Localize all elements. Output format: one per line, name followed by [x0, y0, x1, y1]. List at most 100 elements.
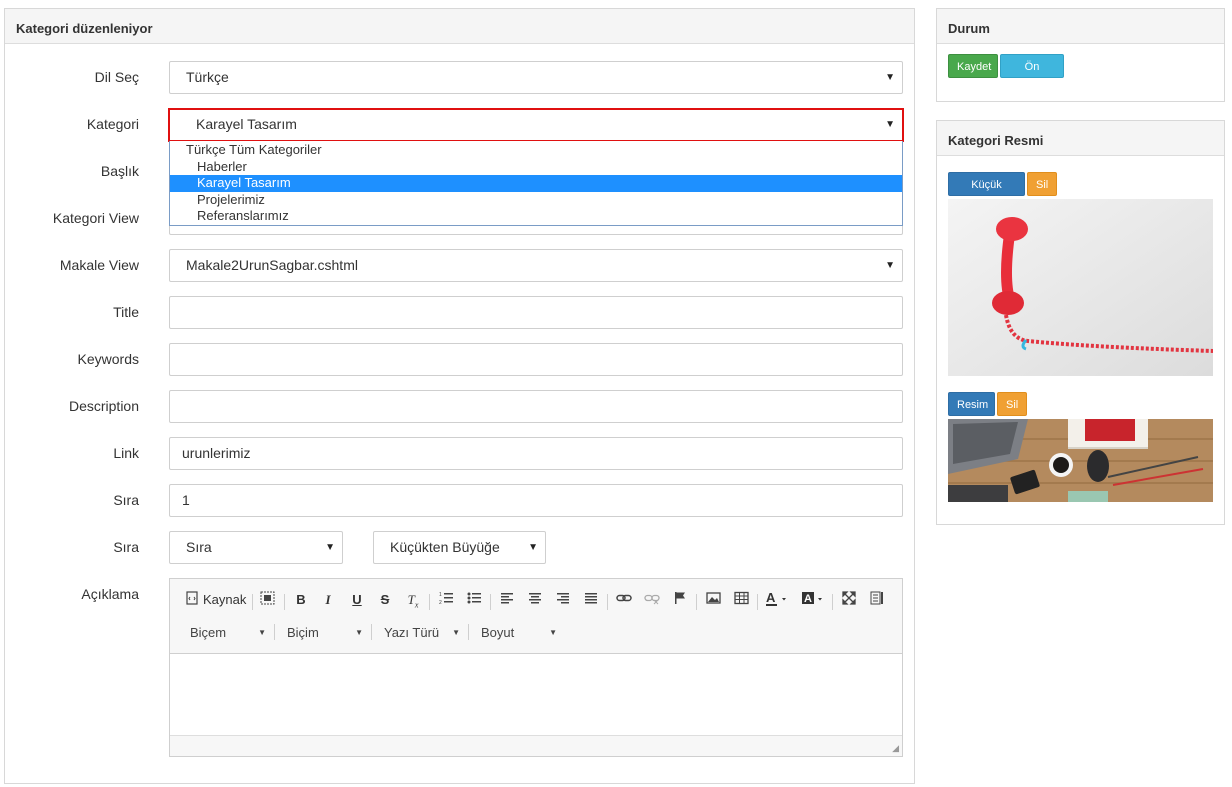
rich-text-editor: Kaynak B I U S Tx 12 A A Biçem ▼ Biçim ▼…	[169, 578, 903, 757]
image-icon[interactable]	[704, 591, 722, 609]
chevron-down-icon: ▼	[549, 628, 557, 637]
dropdown-arrow-icon: ▼	[885, 72, 895, 83]
align-right-icon[interactable]	[554, 591, 572, 609]
text-color-icon[interactable]: A	[765, 590, 791, 609]
order-input-value: 1	[182, 492, 190, 508]
delete-image-button[interactable]: Sil	[997, 392, 1027, 416]
toolbar-separator	[274, 624, 275, 640]
strikethrough-icon[interactable]: S	[376, 591, 394, 609]
dropdown-arrow-icon: ▼	[885, 260, 895, 271]
show-blocks-icon[interactable]	[868, 591, 886, 609]
language-select-value: Türkçe	[186, 69, 229, 85]
explanation-label: Açıklama	[81, 586, 139, 602]
link-icon[interactable]	[615, 591, 633, 609]
toolbar-separator	[252, 594, 253, 610]
svg-text:A: A	[804, 593, 812, 605]
dropdown-option[interactable]: Referanslarımız	[170, 208, 902, 225]
size-combo[interactable]: Boyut ▼	[477, 623, 561, 643]
image-panel-title: Kategori Resmi	[937, 121, 1224, 156]
editor-content-area[interactable]	[170, 653, 902, 736]
panel-title: Kategori düzenleniyor	[5, 9, 914, 44]
save-button[interactable]: Kaydet	[948, 54, 998, 78]
remove-format-icon[interactable]: Tx	[404, 591, 422, 610]
dropdown-arrow-icon: ▼	[528, 542, 538, 553]
font-combo[interactable]: Yazı Türü ▼	[380, 623, 464, 643]
meta-title-input[interactable]	[169, 296, 903, 329]
source-button-label[interactable]: Kaynak	[203, 591, 246, 609]
bulleted-list-icon[interactable]	[465, 591, 483, 609]
delete-small-image-button[interactable]: Sil	[1027, 172, 1057, 196]
description-label: Description	[68, 398, 139, 414]
toolbar-separator	[607, 594, 608, 610]
dropdown-option[interactable]: Projelerimiz	[170, 192, 902, 209]
link-label: Link	[113, 445, 139, 461]
sort-field-select[interactable]: Sıra ▼	[169, 531, 343, 564]
article-view-value: Makale2UrunSagbar.cshtml	[186, 257, 358, 273]
table-icon[interactable]	[732, 591, 750, 609]
article-view-select[interactable]: Makale2UrunSagbar.cshtml ▼	[169, 249, 903, 282]
svg-text:A: A	[766, 591, 776, 605]
svg-text:1: 1	[439, 592, 442, 598]
keywords-input[interactable]	[169, 343, 903, 376]
dropdown-option-selected[interactable]: Karayel Tasarım	[170, 175, 902, 192]
small-image-button[interactable]: Küçük Resim	[948, 172, 1025, 215]
align-left-icon[interactable]	[498, 591, 516, 609]
sort-label: Sıra	[113, 539, 139, 555]
anchor-flag-icon[interactable]	[671, 591, 689, 609]
bold-icon[interactable]: B	[292, 591, 310, 609]
meta-title-label: Title	[113, 304, 139, 320]
numbered-list-icon[interactable]: 12	[437, 591, 455, 609]
order-input[interactable]: 1	[169, 484, 903, 517]
preview-button[interactable]: Ön İzleme	[1000, 54, 1064, 97]
category-view-label: Kategori View	[52, 210, 139, 226]
status-panel-title: Durum	[937, 9, 1224, 44]
language-select[interactable]: Türkçe ▼	[169, 61, 903, 94]
link-input-value: urunlerimiz	[182, 445, 251, 461]
language-label: Dil Seç	[94, 69, 139, 85]
dropdown-option-group: Türkçe Tüm Kategoriler	[186, 142, 322, 157]
style-combo-label: Biçem	[190, 625, 227, 640]
font-combo-label: Yazı Türü	[384, 625, 440, 640]
dropdown-arrow-icon: ▼	[885, 119, 895, 130]
toolbar-separator	[832, 594, 833, 610]
toolbar-separator	[468, 624, 469, 640]
sort-field-value: Sıra	[186, 539, 212, 555]
format-combo[interactable]: Biçim ▼	[283, 623, 367, 643]
image-button[interactable]: Resim	[948, 392, 995, 416]
category-select[interactable]: Karayel Tasarım ▼	[168, 108, 904, 142]
dropdown-arrow-icon: ▼	[325, 542, 335, 553]
underline-icon[interactable]: U	[348, 591, 366, 609]
keywords-label: Keywords	[77, 351, 139, 367]
title-tr-label: Başlık	[100, 163, 139, 179]
category-select-value: Karayel Tasarım	[196, 116, 297, 132]
svg-text:2: 2	[439, 600, 442, 605]
style-combo[interactable]: Biçem ▼	[186, 623, 270, 643]
chevron-down-icon: ▼	[452, 628, 460, 637]
small-image-preview	[948, 199, 1213, 376]
image-preview	[948, 419, 1213, 502]
description-input[interactable]	[169, 390, 903, 423]
align-center-icon[interactable]	[526, 591, 544, 609]
article-view-label: Makale View	[59, 257, 139, 273]
justify-icon[interactable]	[582, 591, 600, 609]
source-icon[interactable]	[183, 591, 201, 609]
background-color-icon[interactable]: A	[801, 591, 827, 609]
editor-toolbar-row2: Biçem ▼ Biçim ▼ Yazı Türü ▼ Boyut ▼	[170, 617, 902, 647]
order-label: Sıra	[113, 492, 139, 508]
toolbar-separator	[429, 594, 430, 610]
resize-handle-icon[interactable]: ◢	[892, 743, 899, 754]
select-all-icon[interactable]	[258, 591, 276, 609]
format-combo-label: Biçim	[287, 625, 319, 640]
dropdown-option[interactable]: Haberler	[170, 159, 902, 176]
toolbar-separator	[284, 594, 285, 610]
chevron-down-icon: ▼	[258, 628, 266, 637]
chevron-down-icon: ▼	[355, 628, 363, 637]
sort-order-select[interactable]: Küçükten Büyüğe ▼	[373, 531, 546, 564]
category-label: Kategori	[86, 116, 139, 132]
toolbar-separator	[490, 594, 491, 610]
link-input[interactable]: urunlerimiz	[169, 437, 903, 470]
unlink-icon	[643, 591, 661, 609]
italic-icon[interactable]: I	[319, 591, 337, 609]
category-dropdown-list: Türkçe Tüm Kategoriler Haberler Karayel …	[169, 141, 903, 226]
maximize-icon[interactable]	[840, 591, 858, 609]
